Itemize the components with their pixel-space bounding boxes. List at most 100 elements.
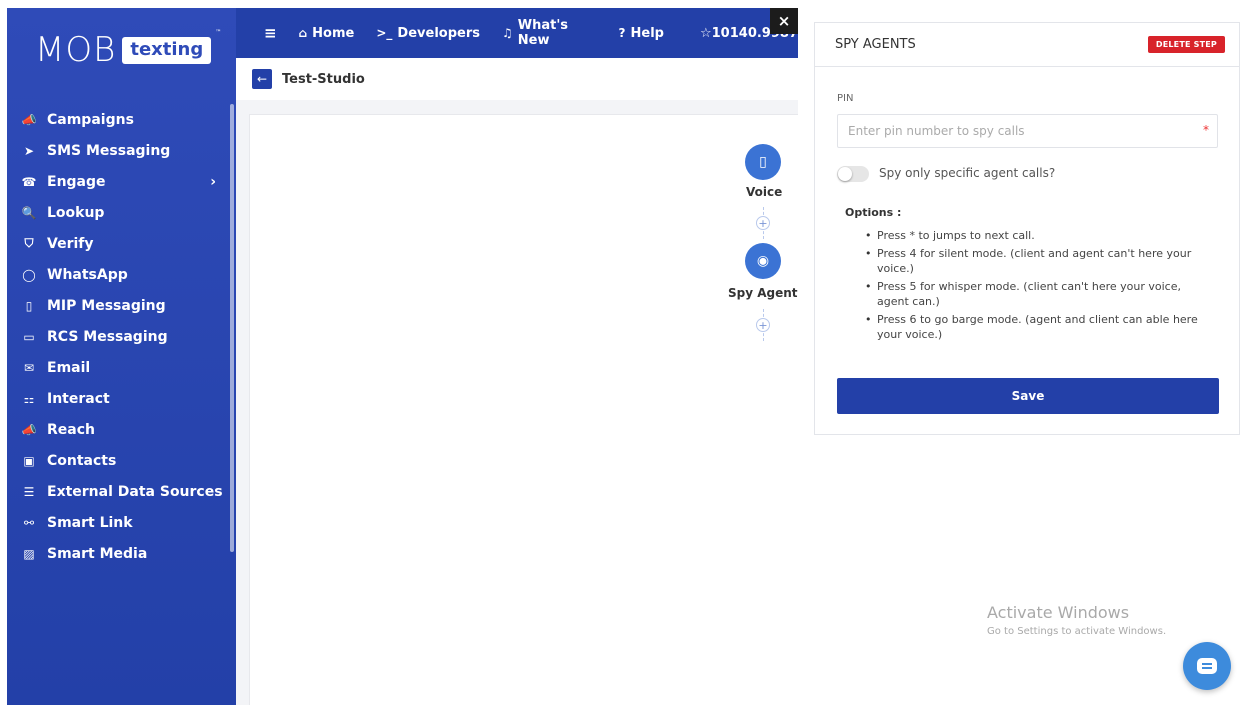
top-navbar: ≡ ⌂ Home >_ Developers ♫ What's New ? He… [236,8,798,58]
help-icon: ? [618,26,626,40]
sidebar-item-reach[interactable]: 📣 Reach [7,414,236,445]
image-icon: ▨ [23,546,35,561]
sidebar-item-verify[interactable]: ⛉ Verify [7,228,236,259]
send-icon: ➤ [23,143,35,158]
option-item: Press 5 for whisper mode. (client can't … [865,279,1210,309]
sidebar: MOB texting ™ 📣 Campaigns ➤ SMS Messaging ☎ E… [7,8,236,705]
sidebar-item-label: Reach [47,421,95,438]
sidebar-item-label: MIP Messaging [47,297,166,314]
sidebar-item-campaigns[interactable]: 📣 Campaigns [7,104,236,135]
app-window: MOB texting ™ 📣 Campaigns ➤ SMS Messaging ☎ E… [0,0,1250,705]
spy-agents-panel: SPY AGENTS DELETE STEP PIN * Spy only sp… [814,22,1240,435]
sidebar-item-smart-link[interactable]: ⚯ Smart Link [7,507,236,538]
spy-specific-agent-toggle[interactable] [837,166,869,182]
panel-header: SPY AGENTS DELETE STEP [815,23,1239,67]
terminal-icon: >_ [376,26,393,40]
option-item: Press 6 to go barge mode. (agent and cli… [865,312,1210,342]
megaphone-icon: 📣 [21,422,37,437]
close-panel-button[interactable]: × [770,8,798,34]
sidebar-item-label: Email [47,359,91,376]
nav-whats-new-link[interactable]: ♫ What's New [502,18,597,48]
chat-support-button[interactable] [1183,642,1231,690]
sidebar-item-label: RCS Messaging [47,328,168,345]
sidebar-item-label: WhatsApp [47,266,128,283]
bell-icon: ♫ [501,26,513,40]
sidebar-item-mip-messaging[interactable]: ▯ MIP Messaging [7,290,236,321]
logo-trademark: ™ [215,29,222,36]
sidebar-item-sms-messaging[interactable]: ➤ SMS Messaging [7,135,236,166]
sidebar-item-label: Smart Media [47,545,148,562]
voice-node-icon[interactable]: ▯ [745,144,781,180]
sidebar-item-label: Interact [47,390,110,407]
sidebar-item-label: SMS Messaging [47,142,171,159]
required-asterisk: * [1203,123,1209,137]
spy-agents-node-label: Spy Agents [728,286,805,300]
chevron-right-icon: › [210,173,216,190]
save-button[interactable]: Save [837,378,1219,414]
watermark-subtitle: Go to Settings to activate Windows. [987,626,1167,637]
nav-home-link[interactable]: ⌂ Home [299,26,355,41]
sidebar-item-label: Smart Link [47,514,133,531]
mail-icon: ✉ [23,360,35,375]
option-item: Press * to jumps to next call. [865,228,1210,243]
option-item: Press 4 for silent mode. (client and age… [865,246,1210,276]
search-icon: 🔍 [21,205,37,220]
nav-help-link[interactable]: ? Help [619,26,664,41]
nav-whats-new-label: What's New [517,18,569,48]
chat-bubble-icon [1197,658,1217,674]
sidebar-item-lookup[interactable]: 🔍 Lookup [7,197,236,228]
ticket-icon: ⚏ [23,391,35,406]
shield-icon: ⛉ [24,236,34,250]
add-step-plus-icon[interactable]: + [756,318,770,332]
options-list: Press * to jumps to next call. Press 4 f… [865,228,1210,345]
sidebar-item-smart-media[interactable]: ▨ Smart Media [7,538,236,569]
chat-icon: ▭ [23,329,35,344]
link-icon: ⚯ [23,515,35,530]
sidebar-scrollbar[interactable] [230,104,234,552]
sidebar-nav: 📣 Campaigns ➤ SMS Messaging ☎ Engage › 🔍 Lookup ⛉… [7,104,236,569]
page-title: Test-Studio [282,71,365,87]
watermark-title: Activate Windows [987,603,1130,622]
back-arrow-icon[interactable]: ← [252,69,272,89]
sidebar-item-label: Campaigns [47,111,134,128]
sidebar-item-engage[interactable]: ☎ Engage › [7,166,236,197]
whatsapp-icon: ◯ [22,267,36,282]
toggle-knob [838,167,852,181]
sidebar-item-external-data-sources[interactable]: ☰ External Data Sources [7,476,236,507]
sidebar-item-rcs-messaging[interactable]: ▭ RCS Messaging [7,321,236,352]
flow-canvas-area: ▯ Voice + ◉ Spy Agents + [236,100,805,705]
nav-developers-link[interactable]: >_ Developers [376,26,480,41]
sidebar-item-label: Engage [47,173,106,190]
nav-home-label: Home [312,25,355,41]
logo-product: texting [122,36,212,64]
mobile-icon: ▯ [25,298,33,313]
logo[interactable]: MOB texting ™ [35,27,221,73]
sidebar-item-label: Lookup [47,204,105,221]
nav-help-label: Help [630,25,664,41]
breadcrumb: ← Test-Studio [236,58,798,100]
spy-specific-agent-label: Spy only specific agent calls? [879,166,1056,180]
voice-node-label: Voice [746,185,783,199]
options-heading: Options : [845,206,902,219]
sidebar-item-interact[interactable]: ⚏ Interact [7,383,236,414]
sidebar-item-email[interactable]: ✉ Email [7,352,236,383]
flow-canvas[interactable]: ▯ Voice + ◉ Spy Agents + [249,114,805,705]
home-icon: ⌂ [298,26,308,40]
megaphone-icon: 📣 [21,112,37,127]
pin-input[interactable] [837,114,1218,148]
sidebar-item-whatsapp[interactable]: ◯ WhatsApp [7,259,236,290]
phone-icon: ☎ [21,174,37,189]
add-step-plus-icon[interactable]: + [756,216,770,230]
logo-brand: MOB [35,30,117,70]
sidebar-item-label: Verify [47,235,94,252]
sidebar-item-label: Contacts [47,452,117,469]
delete-step-button[interactable]: DELETE STEP [1147,36,1225,53]
pin-label: PIN [837,93,854,104]
spy-agents-node-icon[interactable]: ◉ [745,243,781,279]
activate-windows-watermark: Activate Windows Go to Settings to activ… [987,603,1166,637]
hamburger-menu-icon[interactable]: ≡ [264,24,277,42]
database-icon: ☰ [23,484,35,499]
sidebar-item-contacts[interactable]: ▣ Contacts [7,445,236,476]
nav-developers-label: Developers [397,25,480,41]
contact-card-icon: ▣ [23,453,35,468]
